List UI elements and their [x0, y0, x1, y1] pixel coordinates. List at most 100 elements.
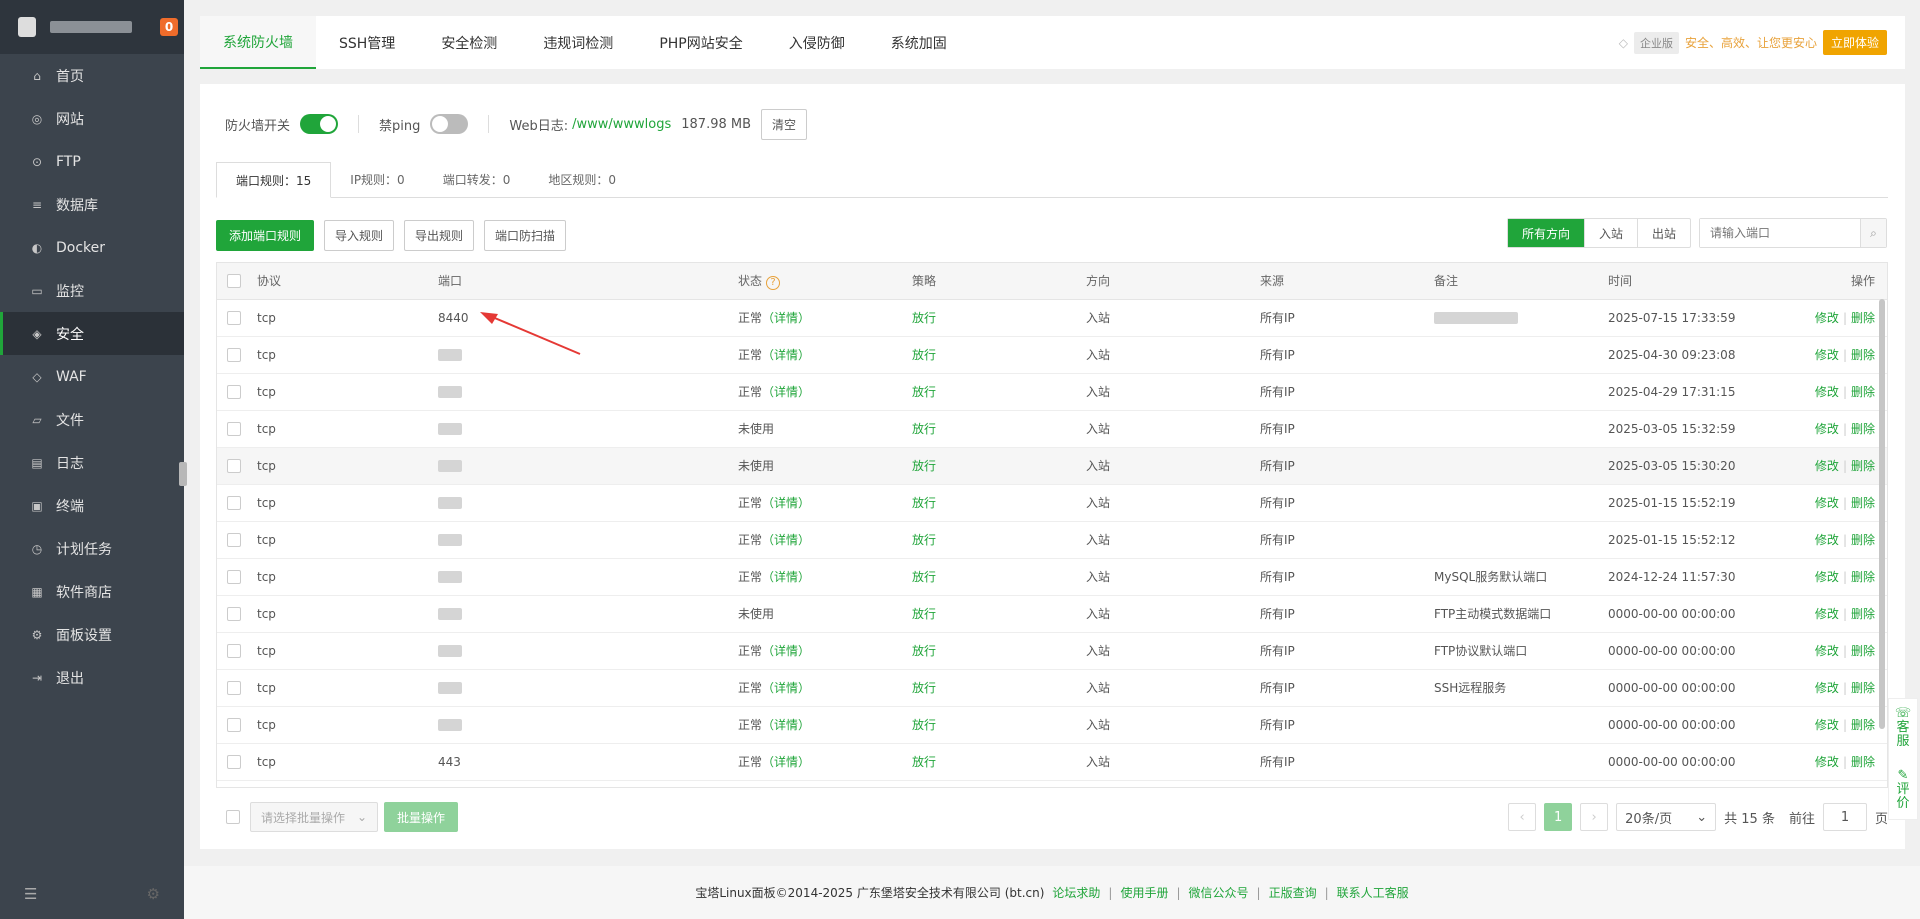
subtab-2[interactable]: 端口转发：0 — [424, 162, 530, 197]
table-row[interactable]: tcp 8440 正常（详情） 放行 入站 所有IP 2025-07-15 17:33:59… — [217, 299, 1887, 337]
wechat-link[interactable]: 微信公众号 — [1189, 884, 1249, 901]
review-button[interactable]: ✎ 评价 — [1896, 769, 1910, 811]
status-detail-link[interactable]: （详情） — [762, 496, 810, 510]
contact-support-link[interactable]: 联系人工客服 — [1337, 884, 1409, 901]
try-now-button[interactable]: 立即体验 — [1822, 30, 1887, 55]
status-detail-link[interactable]: （详情） — [762, 311, 810, 325]
delete-link[interactable]: 删除 — [1851, 681, 1875, 695]
tab-0[interactable]: 系统防火墙 — [200, 16, 316, 69]
tab-1[interactable]: SSH管理 — [316, 16, 418, 69]
sidebar-item-0[interactable]: ⌂ 首页 — [0, 54, 184, 97]
manual-link[interactable]: 使用手册 — [1120, 884, 1168, 901]
import-rules-button[interactable]: 导入规则 — [324, 220, 395, 251]
row-checkbox[interactable] — [227, 643, 241, 658]
port-scan-protect-button[interactable]: 端口防扫描 — [484, 220, 567, 251]
sidebar-item-4[interactable]: ◐ Docker — [0, 226, 184, 269]
prev-page-button[interactable]: ‹ — [1508, 803, 1537, 831]
table-row[interactable]: tcp 正常（详情） 放行 入站 所有IP 2025-04-30 09:23:08 修改 | 删… — [217, 336, 1887, 374]
status-detail-link[interactable]: （详情） — [762, 385, 810, 399]
table-row[interactable]: tcp 正常（详情） 放行 入站 所有IP 2025-04-29 17:31:15 修改 | 删… — [217, 373, 1887, 411]
row-checkbox[interactable] — [227, 532, 241, 547]
table-row[interactable]: tcp 未使用 放行 入站 所有IP 2025-03-05 15:32:59 修改 | 删除 — [217, 410, 1887, 448]
tab-3[interactable]: 违规词检测 — [520, 16, 636, 69]
delete-link[interactable]: 删除 — [1851, 311, 1875, 325]
edit-link[interactable]: 修改 — [1815, 459, 1839, 473]
forum-link[interactable]: 论坛求助 — [1052, 884, 1100, 901]
tab-4[interactable]: PHP网站安全 — [636, 16, 765, 69]
sidebar-item-12[interactable]: ▦ 软件商店 — [0, 570, 184, 613]
sidebar-item-6[interactable]: ◈ 安全 — [0, 312, 184, 355]
table-row[interactable]: tcp 未使用 放行 入站 所有IP 2025-03-05 15:30:20 修改 | 删除 — [217, 447, 1887, 485]
direction-2[interactable]: 出站 — [1636, 219, 1690, 247]
row-checkbox[interactable] — [227, 384, 241, 399]
row-checkbox[interactable] — [227, 754, 241, 769]
delete-link[interactable]: 删除 — [1851, 496, 1875, 510]
status-detail-link[interactable]: （详情） — [762, 644, 810, 658]
select-all-checkbox[interactable] — [227, 274, 241, 288]
tab-5[interactable]: 入侵防御 — [766, 16, 868, 69]
sidebar-item-7[interactable]: ◇ WAF — [0, 355, 184, 398]
delete-link[interactable]: 删除 — [1851, 385, 1875, 399]
customer-service-button[interactable]: ☏ 客服 — [1895, 707, 1911, 749]
license-check-link[interactable]: 正版查询 — [1269, 884, 1317, 901]
add-port-rule-button[interactable]: 添加端口规则 — [216, 220, 315, 251]
sidebar-item-14[interactable]: ⇥ 退出 — [0, 656, 184, 699]
edit-link[interactable]: 修改 — [1815, 311, 1839, 325]
table-row[interactable]: tcp 正常（详情） 放行 入站 所有IP 2025-01-15 15:52:12 修改 | 删… — [217, 521, 1887, 559]
subtab-3[interactable]: 地区规则：0 — [529, 162, 635, 197]
settings-gear-icon[interactable]: ⚙ — [147, 885, 160, 903]
delete-link[interactable]: 删除 — [1851, 570, 1875, 584]
edit-link[interactable]: 修改 — [1815, 570, 1839, 584]
table-row[interactable]: tcp 正常（详情） 放行 入站 所有IP SSH远程服务 0000-00-00 00:00… — [217, 669, 1887, 707]
sidebar-item-8[interactable]: ▱ 文件 — [0, 398, 184, 441]
table-row[interactable]: tcp 443 正常（详情） 放行 入站 所有IP 0000-00-00 00:00:00 修… — [217, 743, 1887, 781]
sidebar-item-3[interactable]: ≡ 数据库 — [0, 183, 184, 226]
row-checkbox[interactable] — [227, 347, 241, 362]
page-button-current[interactable]: 1 — [1544, 803, 1573, 831]
export-rules-button[interactable]: 导出规则 — [404, 220, 475, 251]
port-search-input[interactable] — [1700, 219, 1860, 247]
table-row[interactable]: tcp 正常（详情） 放行 入站 所有IP MySQL服务默认端口 2024-12-24 1… — [217, 558, 1887, 596]
row-checkbox[interactable] — [227, 680, 241, 695]
goto-page-input[interactable]: 1 — [1822, 803, 1867, 831]
edit-link[interactable]: 修改 — [1815, 496, 1839, 510]
footer-select-all-checkbox[interactable] — [226, 810, 240, 824]
table-scrollbar[interactable] — [1879, 299, 1885, 729]
edit-link[interactable]: 修改 — [1815, 755, 1839, 769]
sidebar-item-10[interactable]: ▣ 终端 — [0, 484, 184, 527]
edit-link[interactable]: 修改 — [1815, 348, 1839, 362]
table-row[interactable]: tcp 正常（详情） 放行 入站 所有IP FTP协议默认端口 0000-00-00 00:… — [217, 632, 1887, 670]
row-checkbox[interactable] — [227, 569, 241, 584]
delete-link[interactable]: 删除 — [1851, 607, 1875, 621]
edit-link[interactable]: 修改 — [1815, 718, 1839, 732]
page-size-select[interactable]: 20条/页 ⌄ — [1616, 803, 1717, 831]
sidebar-item-1[interactable]: ◎ 网站 — [0, 97, 184, 140]
row-checkbox[interactable] — [227, 495, 241, 510]
collapse-menu-icon[interactable]: ☰ — [24, 885, 37, 903]
search-icon[interactable]: ⌕ — [1860, 219, 1886, 247]
weblog-path-link[interactable]: /www/wwwlogs — [572, 117, 671, 132]
status-detail-link[interactable]: （详情） — [762, 570, 810, 584]
firewall-toggle[interactable] — [300, 114, 339, 134]
sidebar-item-11[interactable]: ◷ 计划任务 — [0, 527, 184, 570]
delete-link[interactable]: 删除 — [1851, 348, 1875, 362]
notification-badge[interactable]: 0 — [160, 18, 178, 36]
edit-link[interactable]: 修改 — [1815, 533, 1839, 547]
edit-link[interactable]: 修改 — [1815, 385, 1839, 399]
row-checkbox[interactable] — [227, 310, 241, 325]
delete-link[interactable]: 删除 — [1851, 533, 1875, 547]
status-detail-link[interactable]: （详情） — [762, 533, 810, 547]
edit-link[interactable]: 修改 — [1815, 607, 1839, 621]
table-row[interactable]: tcp 未使用 放行 入站 所有IP FTP主动模式数据端口 0000-00-00 00:0… — [217, 595, 1887, 633]
delete-link[interactable]: 删除 — [1851, 755, 1875, 769]
help-icon[interactable]: ? — [766, 275, 781, 290]
table-row[interactable]: tcp 正常（详情） 放行 入站 所有IP 2025-01-15 15:52:19 修改 | 删… — [217, 484, 1887, 522]
sidebar-resize-handle[interactable] — [179, 462, 187, 486]
next-page-button[interactable]: › — [1580, 803, 1609, 831]
ping-toggle[interactable] — [430, 114, 469, 134]
status-detail-link[interactable]: （详情） — [762, 718, 810, 732]
sidebar-item-9[interactable]: ▤ 日志 — [0, 441, 184, 484]
row-checkbox[interactable] — [227, 421, 241, 436]
tab-6[interactable]: 系统加固 — [868, 16, 970, 69]
status-detail-link[interactable]: （详情） — [762, 348, 810, 362]
